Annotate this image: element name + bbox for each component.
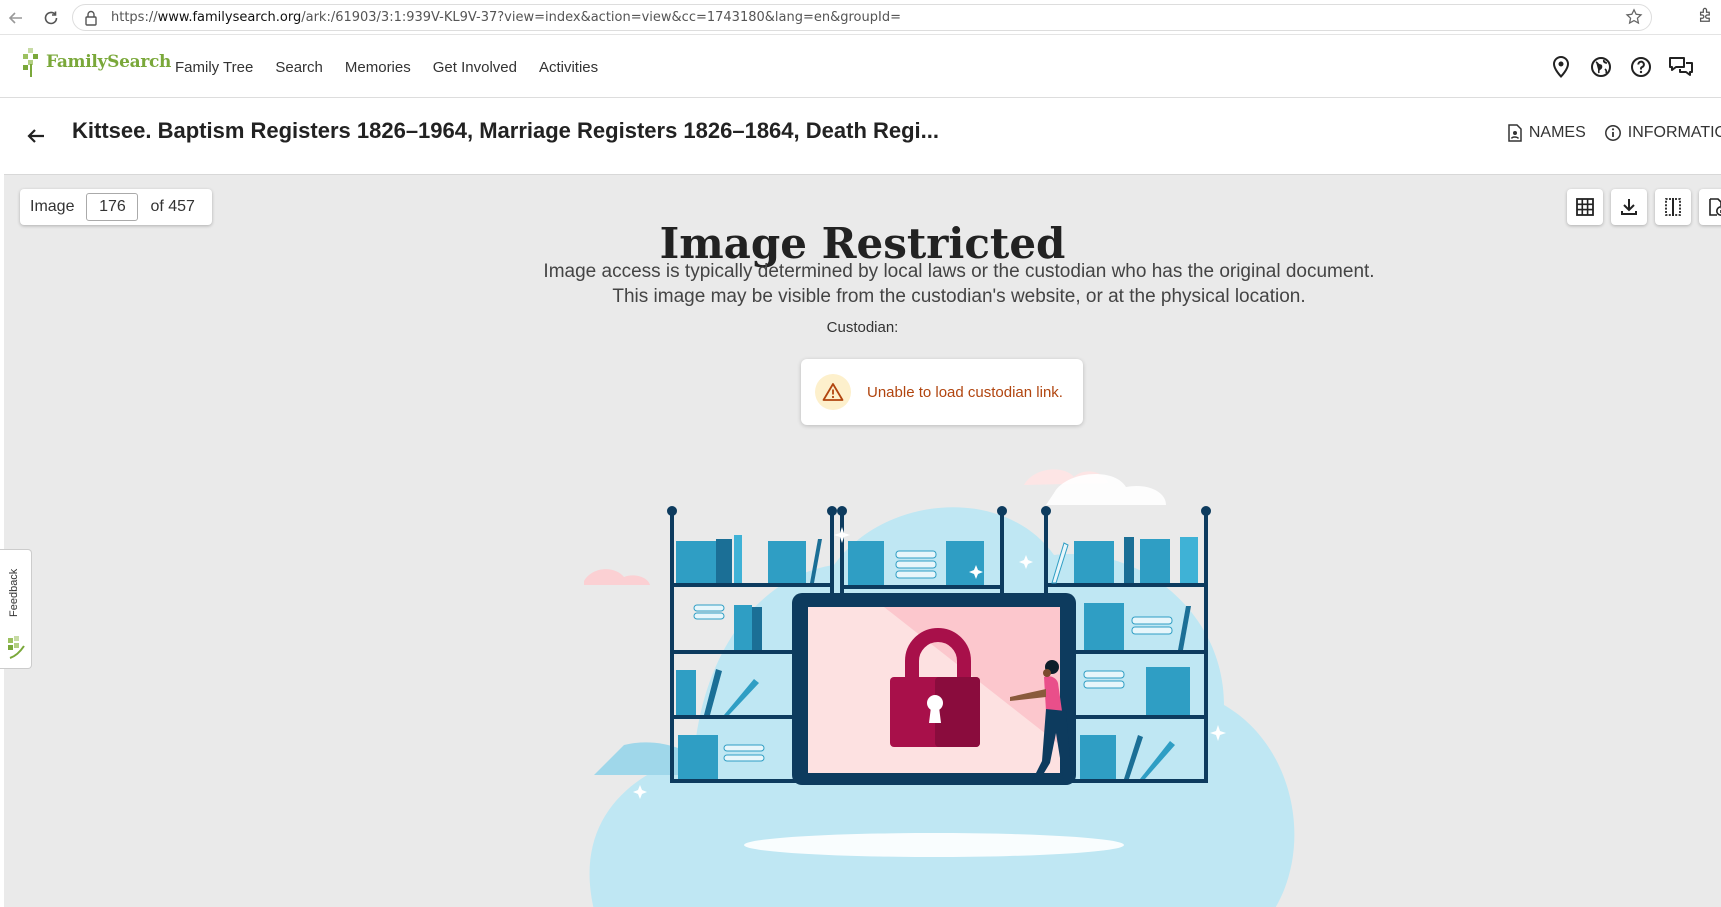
extensions-icon[interactable] [1697, 6, 1715, 29]
warning-icon [815, 374, 851, 410]
back-arrow-icon[interactable] [22, 122, 50, 150]
chat-icon[interactable] [1661, 54, 1701, 80]
site-header: FamilySearch Family Tree Search Memories… [0, 36, 1721, 98]
site-info-icon[interactable] [83, 9, 101, 27]
logo-text: FamilySearch [46, 52, 172, 72]
utility-icons [1541, 54, 1701, 80]
url-text: https://www.familysearch.org/ark:/61903/… [111, 10, 901, 25]
download-icon [1621, 199, 1637, 215]
nav-family-tree[interactable]: Family Tree [175, 59, 253, 76]
image-total: of 457 [150, 198, 195, 215]
title-actions: NAMES INFORMATIO [1489, 124, 1721, 142]
custodian-alert: Unable to load custodian link. [801, 359, 1083, 425]
info-icon [1604, 125, 1621, 141]
reload-icon[interactable] [35, 2, 67, 34]
restricted-library-illustration [584, 469, 1295, 907]
familysearch-logo[interactable]: FamilySearch [22, 46, 171, 78]
restricted-description: Image access is typically determined by … [543, 261, 1375, 307]
alert-text: Unable to load custodian link. [867, 383, 1063, 401]
address-bar[interactable]: https://www.familysearch.org/ark:/61903/… [72, 4, 1652, 31]
image-number-input[interactable] [86, 193, 139, 221]
tree-logo-icon [23, 48, 38, 77]
feedback-tab[interactable]: Feedback [0, 549, 32, 669]
bookmark-star-icon[interactable] [1625, 8, 1643, 31]
names-label: NAMES [1528, 124, 1586, 141]
image-viewer: Image of 457 Image Restricted Image acce… [4, 174, 1721, 907]
feedback-tree-icon [8, 636, 25, 659]
main-nav: Family Tree Search Memories Get Involved… [175, 36, 620, 98]
names-button[interactable]: NAMES [1507, 124, 1586, 142]
custodian-label: Custodian: [826, 319, 899, 336]
information-button[interactable]: INFORMATIO [1604, 124, 1721, 142]
compare-icon [1665, 198, 1681, 216]
feedback-label: Feedback [8, 568, 20, 618]
help-icon[interactable] [1621, 54, 1661, 80]
browser-back-icon[interactable] [0, 2, 32, 34]
nav-search[interactable]: Search [275, 59, 323, 76]
source-info-icon [1709, 198, 1721, 216]
record-title-bar: Kittsee. Baptism Registers 1826–1964, Ma… [0, 98, 1721, 174]
location-pin-icon[interactable] [1541, 54, 1581, 80]
grid-icon [1576, 198, 1594, 216]
nav-memories[interactable]: Memories [345, 59, 411, 76]
names-document-icon [1508, 124, 1522, 142]
nav-get-involved[interactable]: Get Involved [433, 59, 517, 76]
nav-activities[interactable]: Activities [539, 59, 598, 76]
collection-title: Kittsee. Baptism Registers 1826–1964, Ma… [72, 118, 940, 143]
browser-toolbar: https://www.familysearch.org/ark:/61903/… [0, 0, 1721, 35]
globe-icon[interactable] [1581, 54, 1621, 80]
information-label: INFORMATIO [1627, 124, 1721, 141]
image-label: Image [30, 198, 75, 215]
